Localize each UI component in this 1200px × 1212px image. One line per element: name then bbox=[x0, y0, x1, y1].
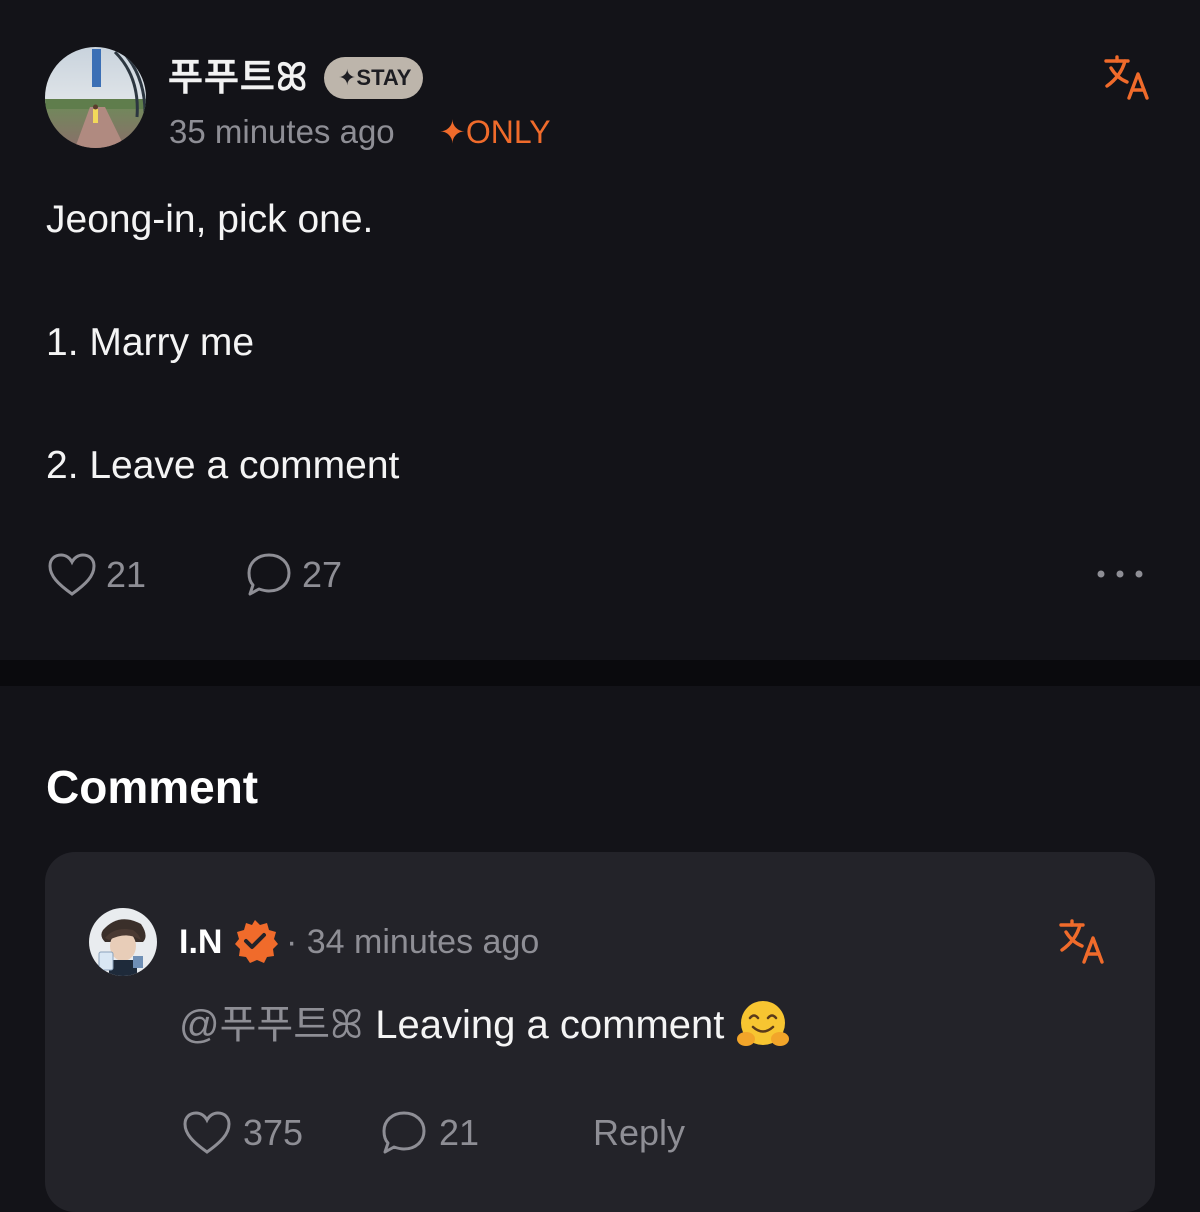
like-button[interactable]: 21 bbox=[48, 550, 146, 600]
hugging-face-emoji-icon bbox=[737, 1001, 790, 1046]
comment-replies-button[interactable]: 21 bbox=[381, 1108, 479, 1158]
comment-translate-icon[interactable] bbox=[1058, 918, 1106, 966]
section-divider bbox=[0, 660, 1200, 686]
mention[interactable]: @푸푸트ꕤ bbox=[179, 999, 363, 1051]
comment-like-count: 375 bbox=[243, 1112, 304, 1153]
author-name[interactable]: 푸푸트ꕤ bbox=[168, 54, 309, 102]
comment-time: · 34 minutes ago bbox=[286, 923, 540, 961]
comment-count: 27 bbox=[302, 554, 343, 595]
comment-reply-count: 21 bbox=[439, 1112, 480, 1153]
comment-body: @푸푸트ꕤ Leaving a comment bbox=[179, 998, 790, 1052]
post-text-line-1: Jeong-in, pick one. bbox=[46, 198, 374, 241]
stay-badge: ✦STAY bbox=[324, 57, 423, 99]
like-count: 21 bbox=[106, 554, 147, 595]
only-badge: ✦ONLY bbox=[439, 114, 551, 150]
comment-section-title: Comment bbox=[46, 761, 259, 813]
post-time: 35 minutes ago bbox=[169, 113, 395, 150]
comment-bubble-icon bbox=[382, 1111, 426, 1154]
comment-author-name[interactable]: I.N bbox=[179, 920, 222, 964]
author-avatar[interactable] bbox=[45, 47, 146, 148]
more-horizontal-icon[interactable] bbox=[1096, 560, 1148, 588]
reply-button[interactable]: Reply bbox=[593, 1108, 685, 1158]
comment-like-button[interactable]: 375 bbox=[183, 1108, 303, 1158]
post-text-line-3: 2. Leave a comment bbox=[46, 444, 400, 487]
translate-icon[interactable] bbox=[1103, 54, 1151, 102]
comment-button[interactable]: 27 bbox=[246, 550, 342, 600]
heart-icon bbox=[48, 553, 96, 596]
comment-bubble-icon bbox=[247, 553, 291, 596]
comment-text: Leaving a comment bbox=[375, 1003, 725, 1047]
comment-author-avatar[interactable] bbox=[89, 908, 157, 976]
post-card: 푸푸트ꕤ ✦STAY 35 minutes ago ✦ONLY Jeong-in… bbox=[0, 0, 1200, 660]
verified-badge-icon bbox=[235, 920, 278, 963]
heart-icon bbox=[183, 1111, 231, 1154]
post-text-line-2: 1. Marry me bbox=[46, 321, 255, 364]
